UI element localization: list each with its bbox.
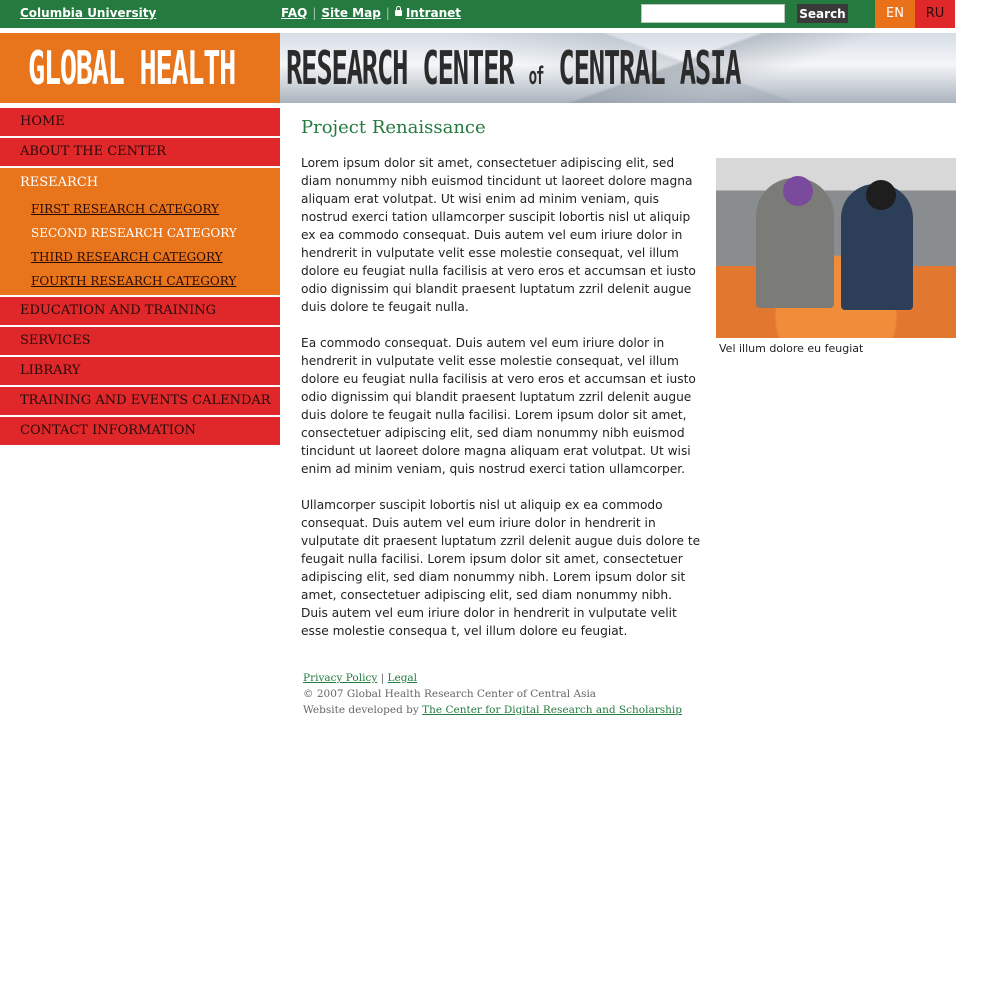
developer-credit: Website developed by The Center for Digi…: [303, 702, 682, 718]
search-input[interactable]: [641, 4, 785, 23]
photo-headscarf: [783, 176, 813, 206]
developed-by-label: Website developed by: [303, 704, 419, 716]
link-separator: |: [312, 6, 317, 20]
nav-item-education[interactable]: EDUCATION AND TRAINING: [0, 297, 280, 325]
left-navigation: HOME ABOUT THE CENTER RESEARCH First Res…: [0, 108, 280, 447]
legal-link[interactable]: Legal: [388, 672, 418, 684]
copyright-text: © 2007 Global Health Research Center of …: [303, 688, 597, 700]
privacy-policy-link[interactable]: Privacy Policy: [303, 672, 377, 684]
intranet-link[interactable]: Intranet: [406, 6, 461, 20]
top-bar: Columbia University FAQ | Site Map | Intrane…: [0, 0, 955, 28]
columbia-university-link[interactable]: Columbia University: [20, 6, 156, 20]
developer-link[interactable]: The Center for Digital Research and Scho…: [422, 704, 682, 716]
photo-caption: Vel illum dolore eu feugiat: [719, 342, 864, 355]
lock-icon: [394, 6, 402, 16]
utility-links: FAQ | Site Map | Intranet: [281, 6, 461, 20]
nav-item-research[interactable]: RESEARCH: [0, 168, 280, 197]
banner-title-of: of: [528, 62, 545, 90]
banner-title-global-health: GLOBAL HEALTH: [28, 41, 236, 95]
banner-title-part2: RESEARCH CENTER: [286, 41, 515, 95]
nav-section-research: RESEARCH First Research Category Second …: [0, 168, 280, 295]
nav-item-calendar[interactable]: TRAINING AND EVENTS CALENDAR: [0, 387, 280, 415]
page-footer: Privacy Policy | Legal © 2007 Global Hea…: [303, 670, 682, 718]
content-paragraph: Lorem ipsum dolor sit amet, consectetuer…: [301, 156, 696, 314]
page-title: Project Renaissance: [301, 117, 486, 138]
faq-link[interactable]: FAQ: [281, 6, 307, 20]
language-ru-button[interactable]: RU: [915, 0, 955, 28]
market-photo: [716, 158, 956, 338]
banner-title-research-center: RESEARCH CENTER of CENTRAL ASIA: [286, 39, 742, 103]
search-button[interactable]: Search: [797, 4, 848, 23]
content-paragraph: Ullamcorper suscipit lobortis nisl ut al…: [301, 498, 701, 638]
nav-item-contact[interactable]: CONTACT INFORMATION: [0, 417, 280, 445]
nav-item-library[interactable]: LIBRARY: [0, 357, 280, 385]
nav-item-about[interactable]: ABOUT THE CENTER: [0, 138, 280, 166]
link-separator: |: [385, 6, 390, 20]
nav-item-home[interactable]: HOME: [0, 108, 280, 136]
footer-separator: |: [380, 672, 385, 684]
nav-subitem-first-research[interactable]: First Research Category: [0, 197, 280, 221]
nav-subitem-second-research[interactable]: Second Research Category: [0, 221, 280, 245]
content-paragraph: Ea commodo consequat. Duis autem vel eum…: [301, 336, 696, 476]
photo-hat: [866, 180, 896, 210]
banner-title-part3: CENTRAL ASIA: [558, 41, 741, 95]
site-map-link[interactable]: Site Map: [321, 6, 380, 20]
nav-item-services[interactable]: SERVICES: [0, 327, 280, 355]
language-en-button[interactable]: EN: [875, 0, 915, 28]
site-banner[interactable]: GLOBAL HEALTH RESEARCH CENTER of CENTRAL…: [0, 33, 956, 103]
footer-links: Privacy Policy | Legal: [303, 670, 682, 686]
nav-subitem-fourth-research[interactable]: Fourth Research Category: [0, 269, 280, 293]
main-content: Lorem ipsum dolor sit amet, consectetuer…: [301, 154, 701, 658]
nav-subitem-third-research[interactable]: Third Research Category: [0, 245, 280, 269]
